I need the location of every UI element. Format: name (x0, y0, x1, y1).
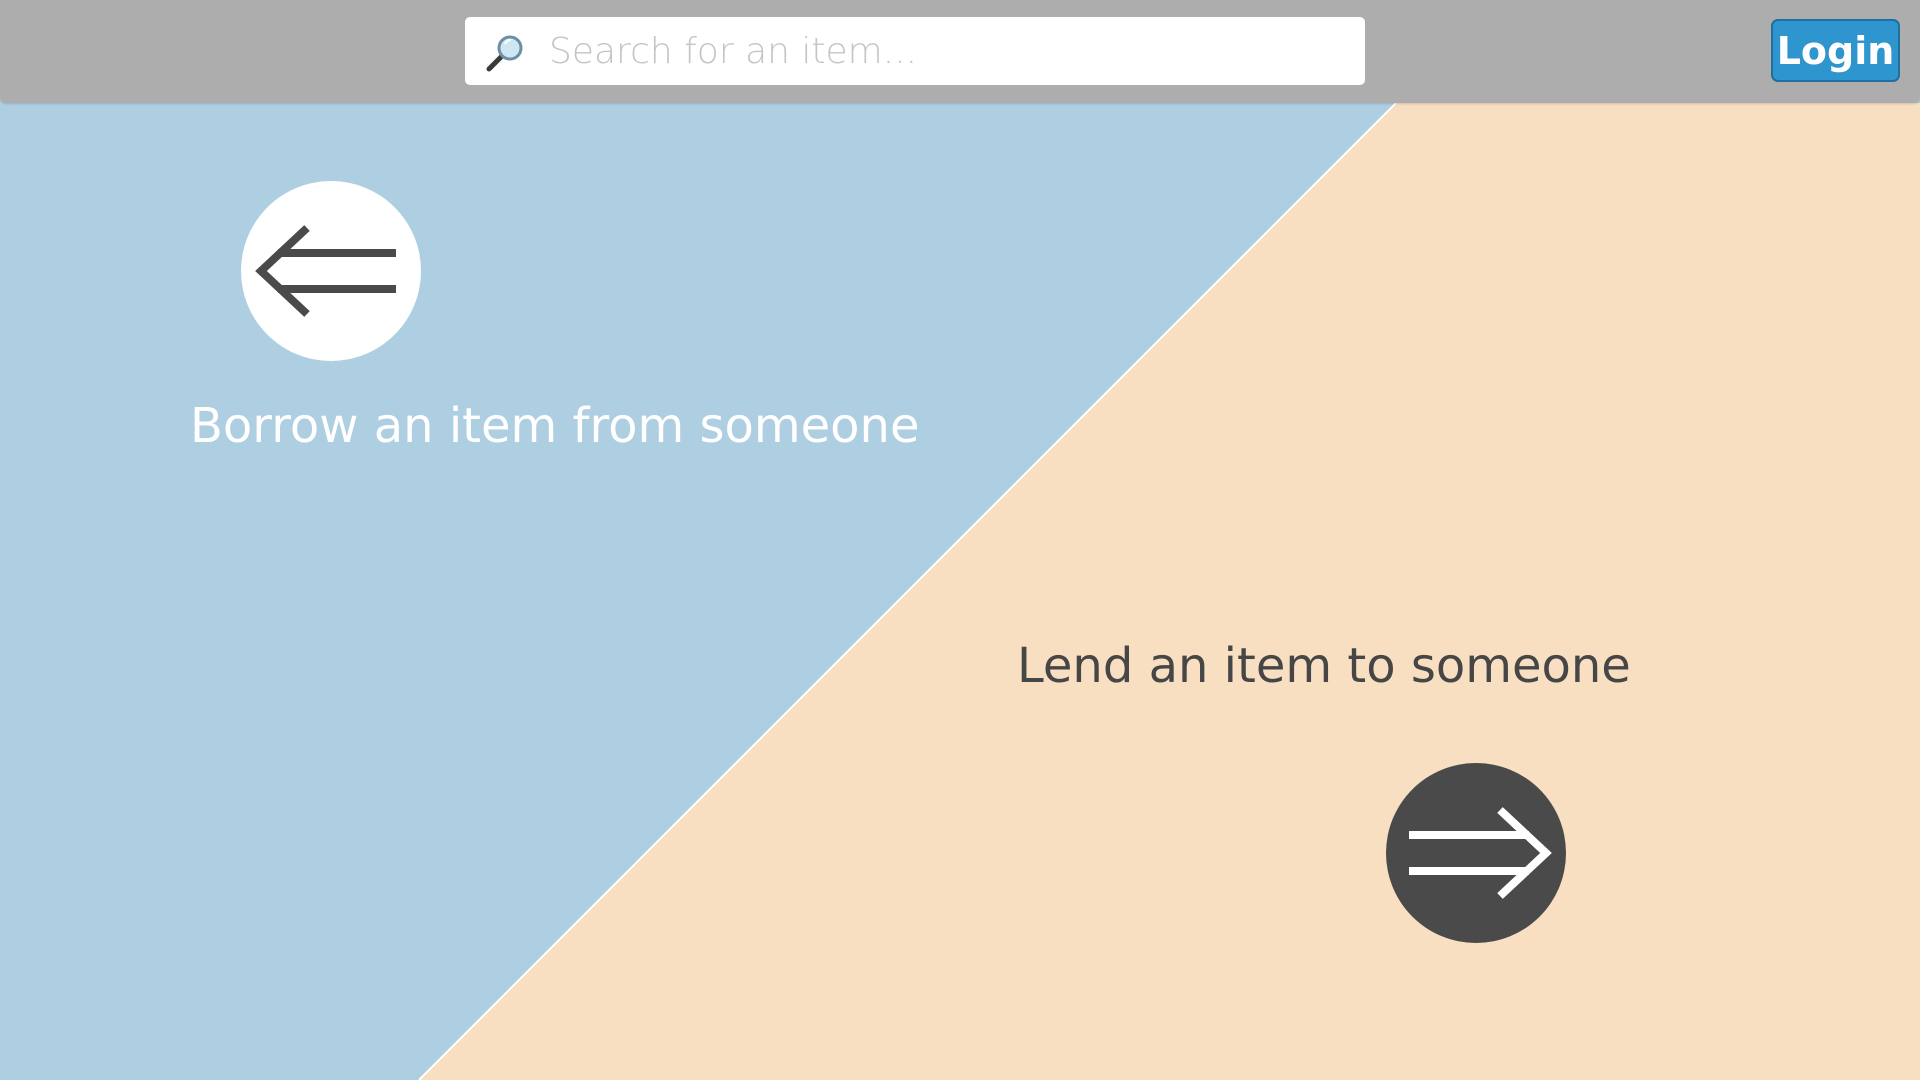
arrow-right-icon (1409, 807, 1552, 899)
search-box[interactable] (465, 17, 1365, 85)
lend-button[interactable] (1386, 763, 1566, 943)
borrow-button[interactable] (241, 181, 421, 361)
lend-label[interactable]: Lend an item to someone (1017, 638, 1631, 694)
split-background (0, 0, 1920, 1080)
magnifier-icon (483, 31, 527, 75)
search-input[interactable] (549, 17, 1349, 85)
top-bar: Login (0, 0, 1920, 103)
arrow-left-icon (255, 225, 396, 317)
login-button[interactable]: Login (1771, 19, 1900, 82)
borrow-label[interactable]: Borrow an item from someone (190, 398, 920, 454)
page: Login Borrow an item from someone Lend a… (0, 0, 1920, 1080)
